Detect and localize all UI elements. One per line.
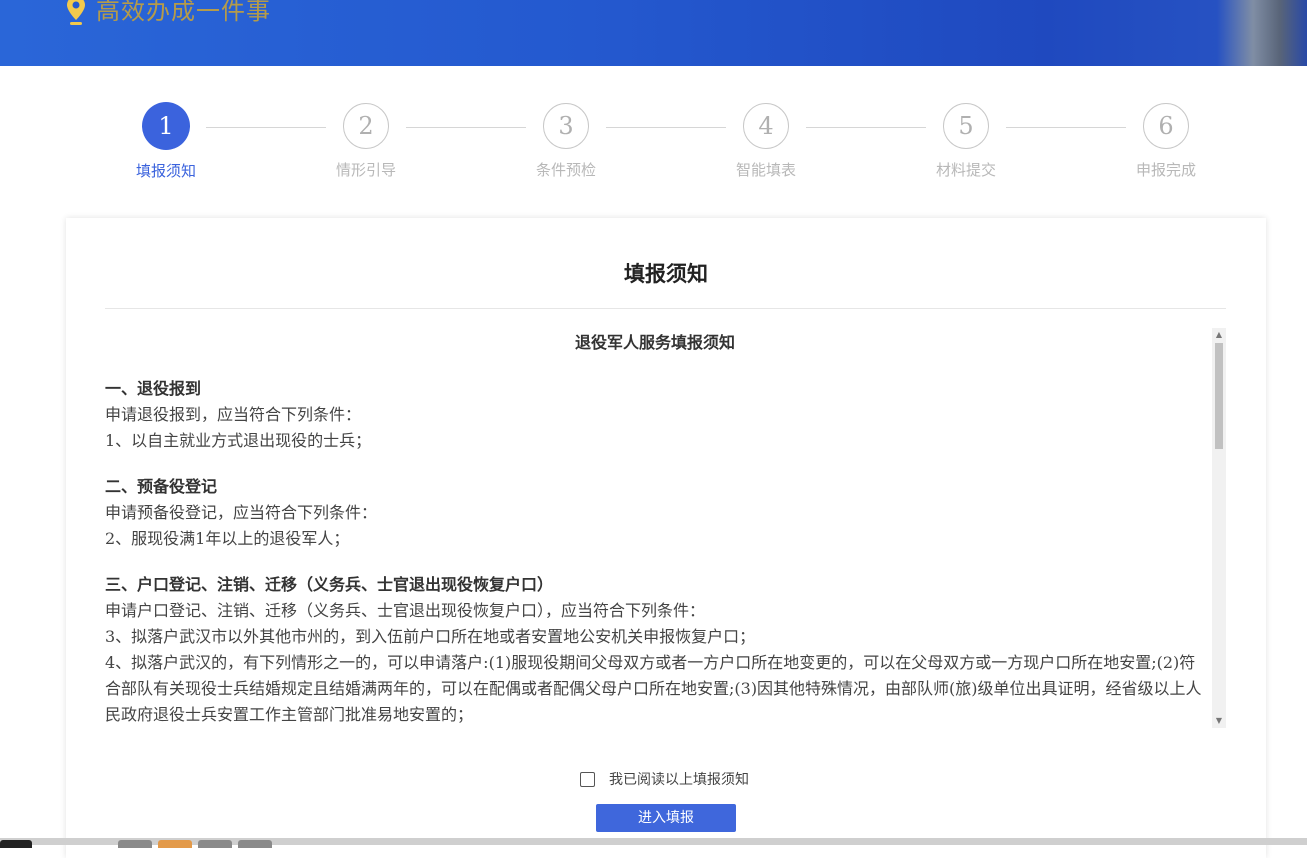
step-number: 4 <box>743 103 789 149</box>
step-6: 6 申报完成 <box>1116 100 1216 180</box>
section-line: 申请预备役登记，应当符合下列条件： <box>105 503 378 522</box>
step-label: 填报须知 <box>135 162 196 180</box>
section-line: 申请户口登记、注销、迁移（义务兵、士官退出现役恢复户口），应当符合下列条件： <box>105 601 706 620</box>
taskbar-item[interactable] <box>158 840 192 848</box>
scroll-down-icon[interactable]: ▼ <box>1212 714 1226 728</box>
section-line: 3、拟落户武汉市以外其他市州的，到入伍前户口所在地或者安置地公安机关申报恢复户口… <box>105 627 756 646</box>
notice-heading: 退役军人服务填报须知 <box>574 333 735 352</box>
notice-body: 退役军人服务填报须知 一、退役报到 申请退役报到，应当符合下列条件： 1、以自主… <box>105 328 1205 728</box>
step-label: 申报完成 <box>1135 161 1196 179</box>
taskbar-item[interactable] <box>118 840 152 848</box>
notice-scroll-area[interactable]: 退役军人服务填报须知 一、退役报到 申请退役报到，应当符合下列条件： 1、以自主… <box>105 328 1226 728</box>
scrollbar-thumb[interactable] <box>1215 343 1223 449</box>
step-1: 1 填报须知 <box>116 100 216 181</box>
step-connector <box>1006 127 1126 128</box>
section-line: 申请退役报到，应当符合下列条件： <box>105 405 362 424</box>
agree-label[interactable]: 我已阅读以上填报须知 <box>609 769 749 789</box>
scroll-up-icon[interactable]: ▲ <box>1212 328 1226 342</box>
section-title: 一、退役报到 <box>105 379 202 398</box>
card-title: 填报须知 <box>624 261 708 286</box>
notice-card: 填报须知 退役军人服务填报须知 一、退役报到 申请退役报到，应当符合下列条件： … <box>66 218 1266 858</box>
step-number: 3 <box>543 103 589 149</box>
step-number: 6 <box>1143 103 1189 149</box>
step-4: 4 智能填表 <box>716 100 816 180</box>
step-label: 条件预检 <box>535 161 596 179</box>
agree-checkbox-row[interactable]: 我已阅读以上填报须知 <box>580 769 749 789</box>
progress-steps: 1 填报须知 2 情形引导 3 条件预检 4 智能填表 5 材料提交 6 申报完… <box>0 100 1307 190</box>
section-line: 1、以自主就业方式退出现役的士兵； <box>105 431 372 450</box>
agree-checkbox[interactable] <box>580 771 595 787</box>
step-5: 5 材料提交 <box>916 100 1016 180</box>
step-connector <box>606 127 726 128</box>
location-pin-icon <box>67 0 85 25</box>
step-connector <box>406 127 526 128</box>
step-label: 智能填表 <box>735 161 796 179</box>
scrollbar[interactable]: ▲ ▼ <box>1212 328 1226 728</box>
step-number: 2 <box>343 103 389 149</box>
step-connector <box>206 127 326 128</box>
step-label: 材料提交 <box>935 161 996 179</box>
header-title: 高效办成一件事 <box>96 0 271 25</box>
step-connector <box>806 127 926 128</box>
section-line: 4、拟落户武汉的，有下列情形之一的，可以申请落户:(1)服现役期间父母双方或者一… <box>105 653 1202 724</box>
taskbar-item[interactable] <box>0 840 32 848</box>
header-banner: 高效办成一件事 <box>0 0 1307 66</box>
section-line: 2、服现役满1年以上的退役军人； <box>105 529 350 548</box>
section-title: 三、户口登记、注销、迁移（义务兵、士官退出现役恢复户口） <box>105 575 554 594</box>
taskbar <box>0 838 1307 848</box>
step-number: 5 <box>943 103 989 149</box>
enter-fill-button[interactable]: 进入填报 <box>596 804 736 832</box>
section-title: 二、预备役登记 <box>105 477 218 496</box>
step-2: 2 情形引导 <box>316 100 416 180</box>
taskbar-item[interactable] <box>198 840 232 848</box>
divider <box>105 308 1226 309</box>
step-number: 1 <box>142 102 190 150</box>
step-label: 情形引导 <box>335 161 396 179</box>
step-3: 3 条件预检 <box>516 100 616 180</box>
taskbar-item[interactable] <box>238 840 272 848</box>
header-decoration <box>1217 0 1307 66</box>
